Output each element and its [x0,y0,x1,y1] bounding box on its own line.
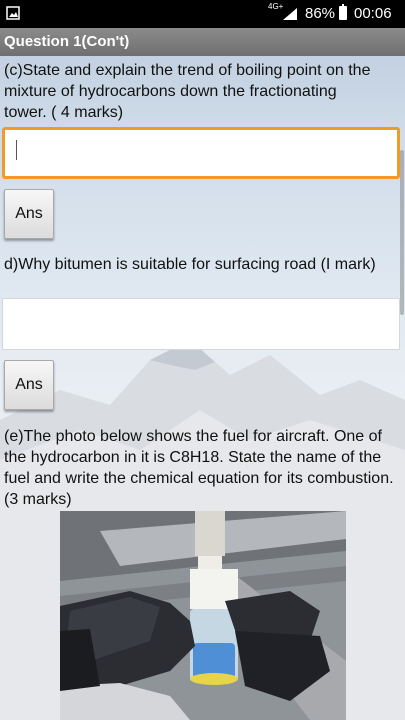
page-title: Question 1(Con't) [0,28,405,56]
answer-d-field[interactable] [2,298,400,350]
question-e-text: (e)The photo below shows the fuel for ai… [4,428,394,508]
aircraft-fuel-photo [60,511,346,720]
battery-icon [339,4,347,20]
question-c-text: (c)State and explain the trend of boilin… [4,62,371,121]
clock: 00:06 [354,5,392,22]
question-d-text: d)Why bitumen is suitable for surfacing … [4,256,376,273]
scrollbar[interactable] [400,150,404,315]
text-cursor [16,140,17,160]
answer-c-field[interactable] [2,127,400,179]
status-bar: 4G+ 86% 00:06 [0,0,405,28]
signal-icon [283,8,297,20]
ans-d-button[interactable]: Ans [4,360,54,410]
gallery-notification-icon [6,6,20,20]
battery-percent: 86% [305,5,336,22]
ans-c-button[interactable]: Ans [4,189,54,239]
